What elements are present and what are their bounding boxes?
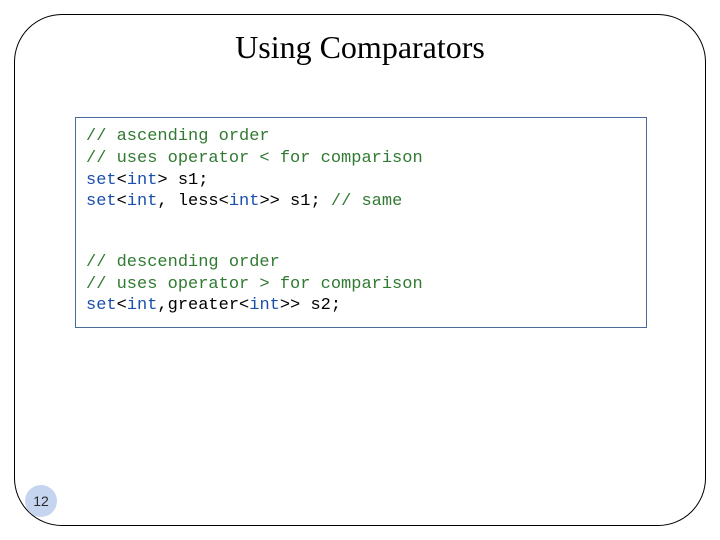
code-keyword: set <box>86 192 117 211</box>
code-keyword: int <box>127 171 158 190</box>
code-text: > s1; <box>157 171 208 190</box>
slide-title: Using Comparators <box>15 29 705 66</box>
code-comment: // descending order <box>86 253 280 272</box>
code-comment: // ascending order <box>86 127 270 146</box>
blank-line <box>86 213 636 230</box>
code-keyword: int <box>249 296 280 315</box>
code-text: ,greater< <box>157 296 249 315</box>
code-content: // ascending order // uses operator < fo… <box>86 126 636 317</box>
code-comment: // uses operator < for comparison <box>86 149 423 168</box>
code-comment: // uses operator > for comparison <box>86 275 423 294</box>
code-keyword: set <box>86 171 117 190</box>
code-text: >> s2; <box>280 296 341 315</box>
page-number: 12 <box>33 493 49 509</box>
code-keyword: int <box>127 296 158 315</box>
code-text: < <box>117 192 127 211</box>
code-text: < <box>117 171 127 190</box>
code-block: // ascending order // uses operator < fo… <box>75 117 647 328</box>
page-number-badge: 12 <box>25 485 57 517</box>
code-keyword: set <box>86 296 117 315</box>
code-text: < <box>117 296 127 315</box>
code-text: >> s1; <box>259 192 330 211</box>
code-keyword: int <box>229 192 260 211</box>
code-comment: // same <box>331 192 402 211</box>
slide-frame: Using Comparators // ascending order // … <box>14 14 706 526</box>
code-text: , less< <box>157 192 228 211</box>
code-keyword: int <box>127 192 158 211</box>
